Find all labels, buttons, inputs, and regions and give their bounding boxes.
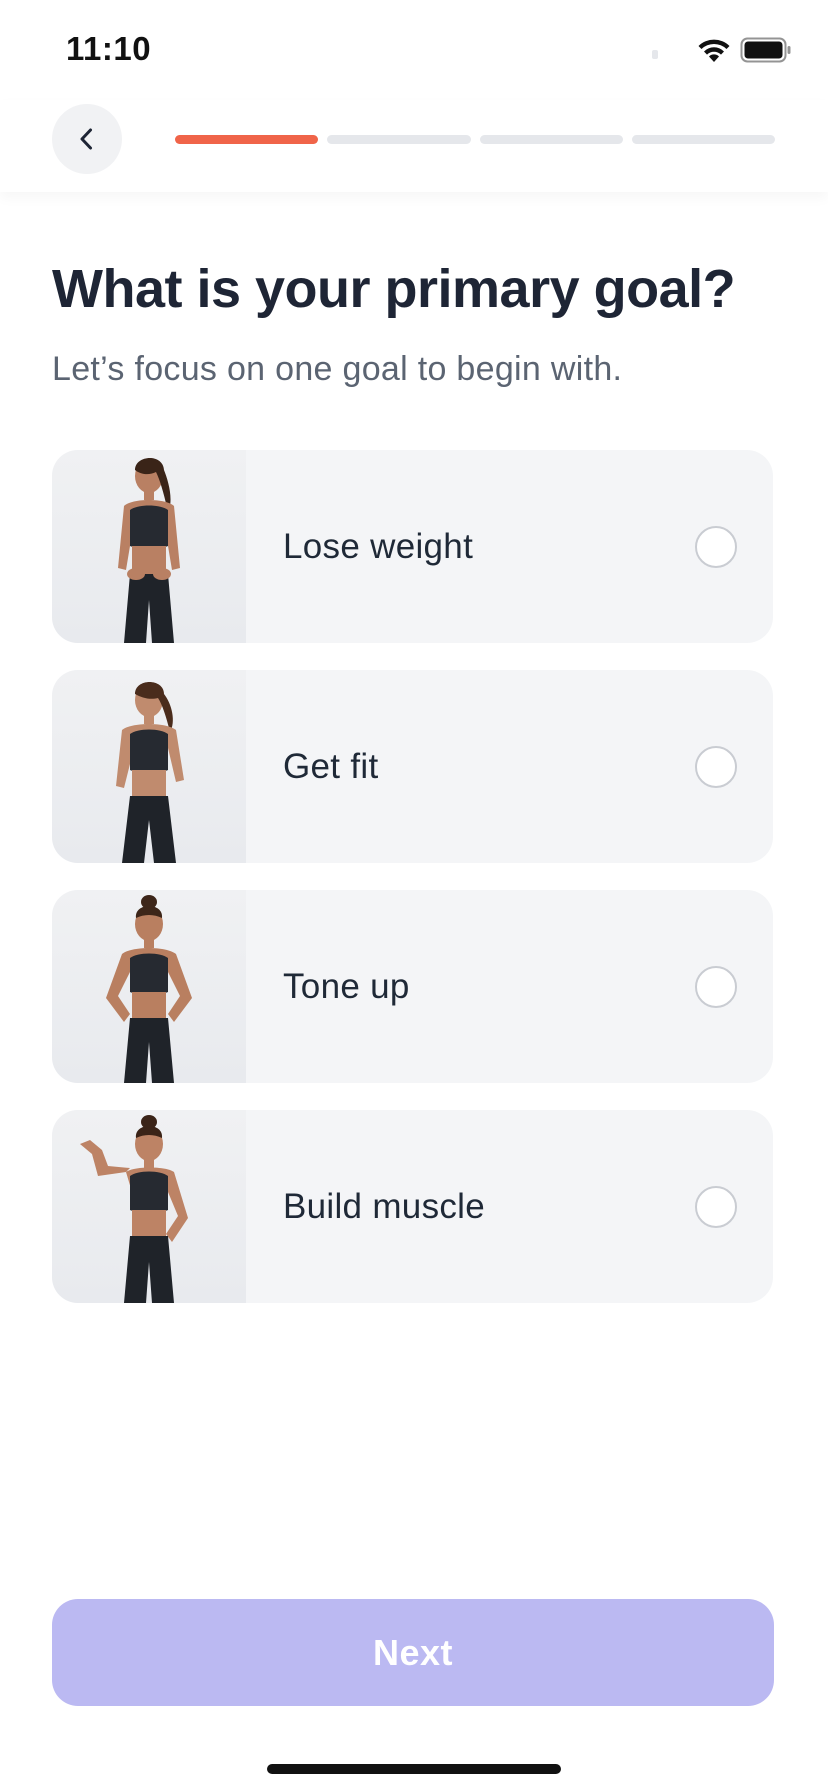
step-progress — [175, 135, 775, 144]
progress-segment — [175, 135, 319, 144]
progress-segment — [631, 135, 775, 144]
radio-button[interactable] — [695, 746, 737, 788]
goal-image — [52, 450, 246, 643]
goal-option-tone-up[interactable]: Tone up — [52, 890, 773, 1083]
battery-icon — [740, 37, 792, 63]
wifi-icon — [696, 36, 732, 64]
chevron-left-icon — [80, 128, 92, 150]
progress-segment — [327, 135, 471, 144]
signal-indicator — [652, 50, 658, 59]
goal-option-label: Get fit — [283, 747, 379, 786]
status-bar: 11:10 — [0, 0, 828, 100]
goal-image — [52, 670, 246, 863]
status-time: 11:10 — [66, 30, 152, 67]
home-indicator — [267, 1764, 561, 1774]
radio-button[interactable] — [695, 966, 737, 1008]
top-header — [0, 100, 828, 192]
goal-selection-screen: 11:10 What is your primary goal? Let’s f… — [0, 0, 828, 1792]
page-subtitle: Let’s focus on one goal to begin with. — [52, 350, 623, 388]
goal-option-get-fit[interactable]: Get fit — [52, 670, 773, 863]
back-button[interactable] — [52, 104, 122, 174]
progress-segment — [479, 135, 623, 144]
radio-button[interactable] — [695, 1186, 737, 1228]
goal-option-lose-weight[interactable]: Lose weight — [52, 450, 773, 643]
goal-option-label: Tone up — [283, 967, 410, 1006]
goal-options-list: Lose weight Get fit Tone up Build muscle — [52, 450, 773, 1330]
goal-option-label: Lose weight — [283, 527, 474, 566]
goal-image — [52, 890, 246, 1083]
goal-image — [52, 1110, 246, 1303]
next-button[interactable]: Next — [52, 1599, 774, 1706]
goal-option-build-muscle[interactable]: Build muscle — [52, 1110, 773, 1303]
radio-button[interactable] — [695, 526, 737, 568]
page-title: What is your primary goal? — [52, 259, 736, 319]
goal-option-label: Build muscle — [283, 1187, 486, 1226]
